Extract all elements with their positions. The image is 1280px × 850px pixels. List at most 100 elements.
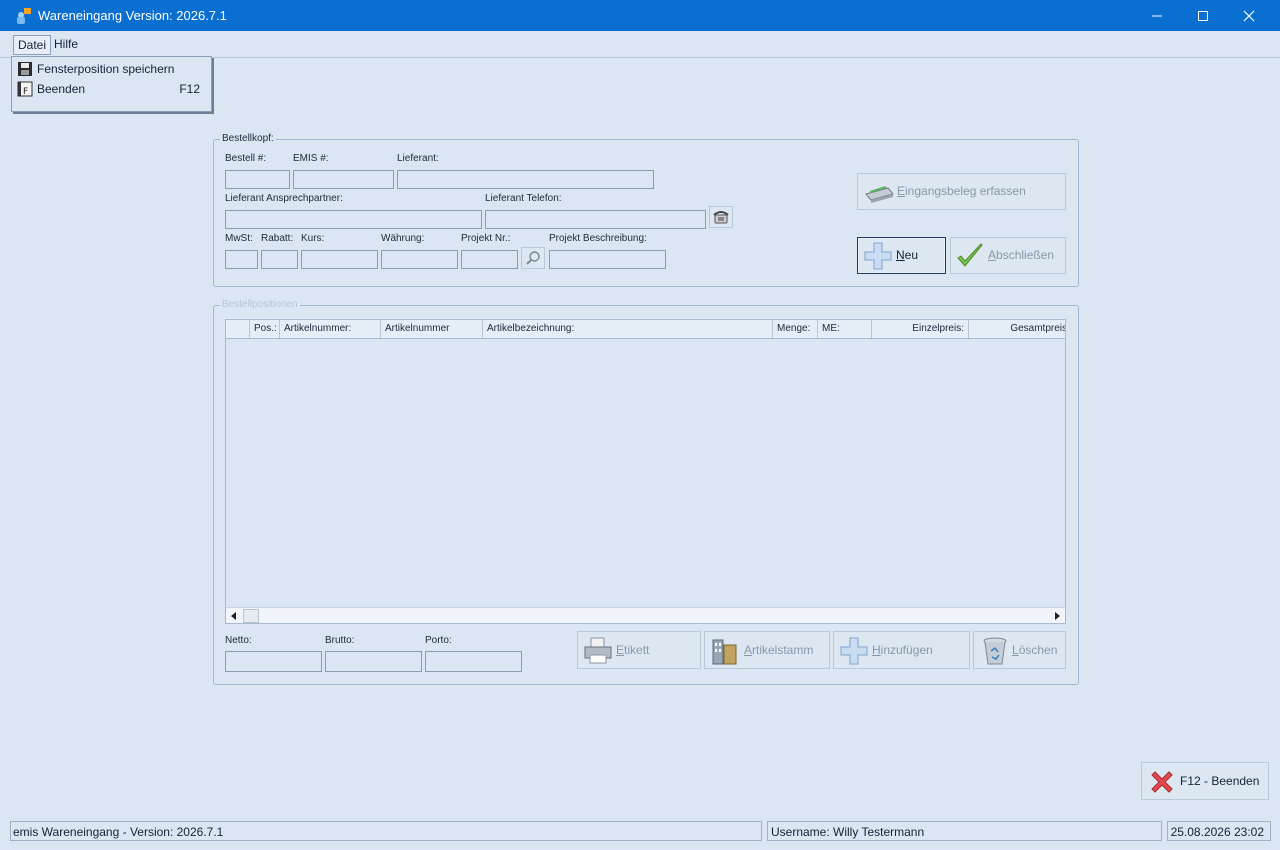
label-brutto: Brutto: [325, 635, 355, 646]
arrow-right-icon [1055, 612, 1060, 620]
minimize-icon [1152, 15, 1162, 16]
abschliessen-label: Abschließen [988, 248, 1055, 262]
scroll-thumb[interactable] [243, 609, 259, 623]
trash-bin-icon [983, 637, 1007, 665]
scanner-icon [865, 186, 894, 203]
label-mwst: MwSt: [225, 233, 253, 244]
label-kurs: Kurs: [301, 233, 325, 244]
label-emis-nr: EMIS #: [293, 153, 329, 164]
floppy-disk-icon [18, 62, 32, 76]
menu-item-beenden[interactable]: F Beenden F12 [12, 79, 211, 99]
kurs-field[interactable] [301, 250, 378, 269]
ansprechpartner-field[interactable] [225, 210, 482, 229]
column-header-pos[interactable]: Pos.: [250, 320, 280, 338]
loeschen-button[interactable]: Löschen [973, 631, 1066, 669]
menu-item-label: Fensterposition speichern [37, 62, 175, 76]
close-button[interactable] [1226, 0, 1272, 31]
label-waehrung: Währung: [381, 233, 425, 244]
artikelstamm-button[interactable]: Artikelstamm [704, 631, 830, 669]
netto-field[interactable] [225, 651, 322, 672]
projekt-beschreibung-field[interactable] [549, 250, 666, 269]
minimize-button[interactable] [1134, 0, 1180, 31]
label-ansprechpartner: Lieferant Ansprechpartner: [225, 193, 343, 204]
artikelstamm-label: Artikelstamm [744, 643, 814, 657]
abschliessen-button[interactable]: Abschließen [950, 237, 1066, 274]
project-search-button[interactable] [521, 247, 545, 269]
grid-header: Pos.: Artikelnummer: Artikelnummer Artik… [226, 320, 1065, 339]
column-header-me[interactable]: ME: [818, 320, 872, 338]
label-netto: Netto: [225, 635, 252, 646]
plus-icon [864, 242, 892, 270]
label-projekt-nr: Projekt Nr.: [461, 233, 511, 244]
lieferant-field[interactable] [397, 170, 654, 189]
telephone-icon [713, 211, 729, 224]
order-positions-legend: Bestellpositionen [220, 299, 300, 310]
neu-label: Neu [896, 248, 919, 262]
status-datetime: 25.08.2026 23:02 [1167, 821, 1271, 841]
f12-beenden-button[interactable]: F12 - Beenden [1141, 762, 1269, 800]
bestell-nr-field[interactable] [225, 170, 290, 189]
waehrung-field[interactable] [381, 250, 458, 269]
horizontal-scrollbar[interactable] [226, 607, 1065, 623]
column-header-einzelpreis[interactable]: Einzelpreis: [872, 320, 969, 338]
menu-bar: Datei Hilfe [0, 31, 1280, 58]
maximize-button[interactable] [1180, 0, 1226, 31]
menu-hilfe[interactable]: Hilfe [50, 35, 82, 53]
column-header-artikelnummer[interactable]: Artikelnummer: [280, 320, 381, 338]
column-header-menge[interactable]: Menge: [773, 320, 818, 338]
label-porto: Porto: [425, 635, 452, 646]
arrow-left-icon [231, 612, 236, 620]
menu-item-label: Beenden [37, 82, 86, 96]
column-header-artikelnummer-2[interactable]: Artikelnummer [381, 320, 483, 338]
porto-field[interactable] [425, 651, 522, 672]
plus-icon [840, 637, 868, 665]
label-bestell-nr: Bestell #: [225, 153, 267, 164]
column-header-artikelbezeichnung[interactable]: Artikelbezeichnung: [483, 320, 773, 338]
scroll-right-button[interactable] [1049, 608, 1065, 623]
exit-app-icon: F [17, 81, 33, 97]
printer-icon [584, 637, 612, 664]
f12-beenden-label: F12 - Beenden [1180, 774, 1260, 788]
brutto-field[interactable] [325, 651, 422, 672]
svg-text:F: F [23, 87, 28, 97]
eingangsbeleg-erfassen-button[interactable]: Eingangsbeleg erfassen [857, 173, 1066, 210]
order-header-legend: Bestellkopf: [220, 133, 276, 144]
rabatt-field[interactable] [261, 250, 298, 269]
dial-phone-button[interactable] [709, 206, 733, 228]
loeschen-label: Löschen [1012, 643, 1058, 657]
close-icon [1243, 10, 1255, 21]
label-rabatt: Rabatt: [261, 233, 294, 244]
menu-datei[interactable]: Datei [13, 35, 52, 55]
app-window: Wareneingang Version: 2026.7.1 Datei Hil… [0, 0, 1280, 850]
menu-item-save-window-position[interactable]: Fensterposition speichern [12, 59, 211, 79]
app-icon [17, 8, 31, 24]
hinzufuegen-label: Hinzufügen [872, 643, 933, 657]
window-title: Wareneingang Version: 2026.7.1 [38, 8, 227, 23]
etikett-button[interactable]: Etikett [577, 631, 701, 669]
positions-grid[interactable]: Pos.: Artikelnummer: Artikelnummer Artik… [225, 319, 1066, 624]
checkmark-icon [957, 243, 983, 267]
hinzufuegen-button[interactable]: Hinzufügen [833, 631, 970, 669]
column-header-gesamtpreis[interactable]: Gesamtpreis [969, 320, 1065, 338]
magnifier-icon [526, 251, 540, 265]
status-bar: emis Wareneingang - Version: 2026.7.1 Us… [8, 820, 1272, 842]
neu-button[interactable]: Neu [857, 237, 946, 274]
column-selector [226, 320, 250, 338]
projekt-nr-field[interactable] [461, 250, 518, 269]
building-icon [712, 639, 737, 665]
maximize-icon [1198, 10, 1208, 21]
status-username: Username: Willy Testermann [767, 821, 1162, 841]
scroll-left-button[interactable] [226, 608, 242, 623]
label-projekt-beschreibung: Projekt Beschreibung: [549, 233, 647, 244]
telefon-field[interactable] [485, 210, 706, 229]
status-version: emis Wareneingang - Version: 2026.7.1 [10, 821, 762, 841]
mwst-field[interactable] [225, 250, 258, 269]
red-x-icon [1151, 771, 1173, 793]
title-bar: Wareneingang Version: 2026.7.1 [0, 0, 1280, 31]
etikett-label: Etikett [616, 643, 650, 657]
label-telefon: Lieferant Telefon: [485, 193, 562, 204]
file-menu-dropdown: Fensterposition speichern F Beenden F12 [11, 56, 212, 112]
menu-item-shortcut: F12 [179, 82, 200, 96]
eingangsbeleg-erfassen-label: Eingangsbeleg erfassen [897, 184, 1026, 198]
emis-nr-field[interactable] [293, 170, 394, 189]
